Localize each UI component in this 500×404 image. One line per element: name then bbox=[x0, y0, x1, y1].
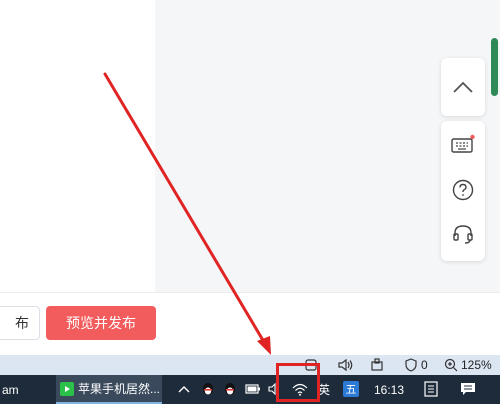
editor-action-bar: 布 预览并发布 bbox=[0, 292, 500, 356]
taskbar-app-item[interactable]: am bbox=[0, 375, 50, 404]
zoom-level: 125% bbox=[461, 358, 492, 372]
speaker-icon bbox=[268, 383, 276, 395]
ad-block-status[interactable]: 0 bbox=[404, 355, 428, 375]
page-scrollbar[interactable] bbox=[489, 0, 500, 100]
clock-time: 16:13 bbox=[373, 382, 405, 397]
taskbar-app-label: am bbox=[2, 382, 19, 397]
help-icon bbox=[452, 179, 474, 201]
capture-status[interactable] bbox=[304, 355, 318, 375]
taskbar-task-label: 苹果手机居然... bbox=[78, 382, 161, 396]
shield-icon bbox=[405, 358, 417, 372]
back-to-top-button[interactable] bbox=[441, 67, 485, 107]
qq-penguin-icon bbox=[225, 383, 235, 395]
taskbar-wechat-article-item[interactable]: 苹果手机居然... bbox=[56, 375, 162, 404]
scrollbar-thumb[interactable] bbox=[491, 38, 498, 96]
headset-icon bbox=[453, 225, 473, 244]
wifi-tray-icon[interactable] bbox=[292, 381, 308, 397]
puzzle-icon bbox=[371, 358, 383, 371]
help-button[interactable] bbox=[441, 170, 485, 210]
browser-status-bar: 0 125% bbox=[0, 355, 500, 375]
tool-group-card bbox=[441, 121, 485, 261]
shield-count: 0 bbox=[421, 358, 428, 372]
battery-icon bbox=[245, 384, 260, 394]
speaker-icon bbox=[338, 358, 353, 372]
notification-icon bbox=[461, 383, 475, 395]
taskbar-clock[interactable]: 16:13 bbox=[372, 375, 406, 404]
wifi-icon bbox=[292, 383, 308, 396]
customer-service-button[interactable] bbox=[441, 214, 485, 254]
volume-tray-icon[interactable] bbox=[266, 381, 282, 397]
battery-tray-icon[interactable] bbox=[245, 381, 261, 397]
action-center-button[interactable] bbox=[460, 381, 476, 397]
back-to-top-card bbox=[441, 58, 485, 116]
chevron-up-icon bbox=[178, 386, 190, 393]
notes-icon bbox=[424, 381, 438, 397]
ime-mode-indicator[interactable]: 五 bbox=[343, 381, 359, 397]
editor-content-area bbox=[0, 0, 155, 292]
ime-language-indicator[interactable]: 英 bbox=[316, 381, 332, 397]
windows-taskbar: am 苹果手机居然... 英 五 16:13 bbox=[0, 375, 500, 404]
sound-status[interactable] bbox=[337, 355, 355, 375]
extension-status[interactable] bbox=[370, 355, 384, 375]
notification-dot bbox=[470, 134, 475, 140]
qq-penguin-icon bbox=[203, 383, 213, 395]
wechat-app-icon bbox=[60, 381, 74, 396]
camera-icon bbox=[305, 359, 317, 371]
show-hidden-icons-button[interactable] bbox=[176, 381, 192, 397]
qq-tray-icon-2[interactable] bbox=[222, 381, 238, 397]
qq-tray-icon[interactable] bbox=[200, 381, 216, 397]
preview-and-publish-button[interactable]: 预览并发布 bbox=[46, 306, 156, 340]
zoom-icon bbox=[444, 358, 458, 372]
chevron-up-icon bbox=[453, 81, 473, 93]
zoom-status[interactable]: 125% bbox=[444, 355, 492, 375]
notes-button[interactable] bbox=[423, 381, 439, 397]
right-tool-column bbox=[441, 48, 485, 263]
keyboard-icon bbox=[451, 134, 475, 153]
keyboard-shortcuts-button[interactable] bbox=[441, 124, 485, 164]
publish-secondary-button[interactable]: 布 bbox=[0, 306, 40, 340]
